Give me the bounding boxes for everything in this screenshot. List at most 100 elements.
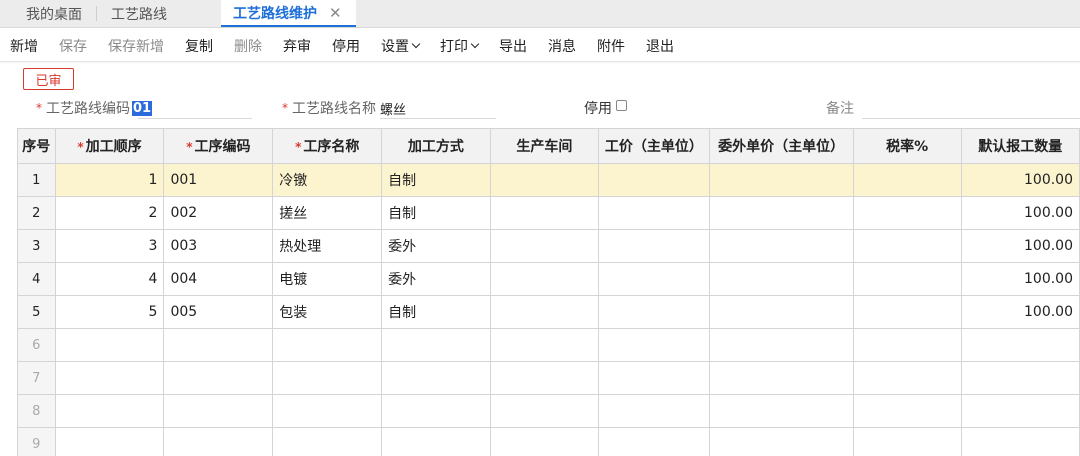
table-row-empty[interactable]: 7 [17, 361, 1080, 395]
col-header-outsource-price[interactable]: 委外单价（主单位） [708, 128, 854, 164]
col-header-workshop[interactable]: 生产车间 [489, 128, 600, 164]
cell-labor-price[interactable] [598, 163, 710, 197]
empty-cell[interactable] [272, 427, 383, 456]
empty-cell[interactable] [489, 361, 600, 395]
empty-cell[interactable] [960, 328, 1080, 362]
cell-op-name[interactable]: 包装 [272, 295, 383, 329]
save-and-add-button[interactable]: 保存新增 [108, 36, 164, 56]
empty-cell[interactable] [54, 361, 165, 395]
cell-workshop[interactable] [489, 262, 600, 296]
cell-op-name[interactable]: 电镀 [272, 262, 383, 296]
message-button[interactable]: 消息 [548, 36, 576, 56]
route-code-field[interactable]: * 工艺路线编码 01 [36, 96, 153, 120]
cell-op-name[interactable]: 冷镦 [272, 163, 383, 197]
cell-default-qty[interactable]: 100.00 [960, 262, 1080, 296]
cell-op-code[interactable]: 001 [163, 163, 274, 197]
cell-workshop[interactable] [489, 295, 600, 329]
empty-cell[interactable] [381, 328, 491, 362]
cell-seq[interactable]: 2 [54, 196, 165, 230]
cell-seq[interactable]: 5 [54, 295, 165, 329]
cell-op-name[interactable]: 搓丝 [272, 196, 383, 230]
empty-cell[interactable] [489, 328, 600, 362]
cell-outsource-price[interactable] [708, 229, 854, 263]
export-button[interactable]: 导出 [499, 36, 527, 56]
table-row[interactable]: 2 2 002 搓丝 自制 100.00 [17, 196, 1080, 230]
cell-default-qty[interactable]: 100.00 [960, 229, 1080, 263]
route-name-field[interactable]: * 工艺路线名称 螺丝 [282, 96, 406, 120]
copy-button[interactable]: 复制 [185, 36, 213, 56]
col-header-method[interactable]: 加工方式 [381, 128, 491, 164]
cell-outsource-price[interactable] [708, 163, 854, 197]
cell-op-code[interactable]: 004 [163, 262, 274, 296]
disable-button[interactable]: 停用 [332, 36, 360, 56]
close-icon[interactable]: ✕ [329, 4, 342, 22]
col-header-op-name[interactable]: * 工序名称 [272, 128, 383, 164]
save-button[interactable]: 保存 [59, 36, 87, 56]
cell-default-qty[interactable]: 100.00 [960, 196, 1080, 230]
table-row-empty[interactable]: 9 [17, 427, 1080, 456]
cell-seq[interactable]: 4 [54, 262, 165, 296]
cell-workshop[interactable] [489, 229, 600, 263]
empty-cell[interactable] [381, 394, 491, 428]
empty-cell[interactable] [272, 361, 383, 395]
settings-button[interactable]: 设置 [381, 36, 421, 56]
route-code-input[interactable]: 01 [132, 100, 153, 116]
table-row[interactable]: 5 5 005 包装 自制 100.00 [17, 295, 1080, 329]
empty-cell[interactable] [54, 328, 165, 362]
cell-tax-rate[interactable] [852, 196, 962, 230]
cell-op-code[interactable]: 002 [163, 196, 274, 230]
empty-cell[interactable] [708, 361, 854, 395]
empty-cell[interactable] [598, 328, 710, 362]
empty-cell[interactable] [852, 427, 962, 456]
empty-cell[interactable] [708, 394, 854, 428]
col-header-default-qty[interactable]: 默认报工数量 [960, 128, 1080, 164]
empty-cell[interactable] [272, 394, 383, 428]
table-row[interactable]: 4 4 004 电镀 委外 100.00 [17, 262, 1080, 296]
cell-workshop[interactable] [489, 196, 600, 230]
empty-cell[interactable] [489, 427, 600, 456]
abandon-approval-button[interactable]: 弃审 [283, 36, 311, 56]
print-button[interactable]: 打印 [440, 36, 480, 56]
cell-tax-rate[interactable] [852, 295, 962, 329]
empty-cell[interactable] [489, 394, 600, 428]
cell-method[interactable]: 委外 [381, 229, 491, 263]
remark-input[interactable] [862, 118, 1080, 119]
empty-cell[interactable] [54, 427, 165, 456]
cell-tax-rate[interactable] [852, 229, 962, 263]
cell-outsource-price[interactable] [708, 196, 854, 230]
cell-labor-price[interactable] [598, 196, 710, 230]
empty-cell[interactable] [163, 328, 274, 362]
col-header-op-code[interactable]: * 工序编码 [163, 128, 274, 164]
table-row[interactable]: 3 3 003 热处理 委外 100.00 [17, 229, 1080, 263]
tab-home[interactable]: 我的桌面 [0, 0, 96, 27]
col-header-index[interactable]: 序号 [17, 128, 56, 164]
exit-button[interactable]: 退出 [646, 36, 674, 56]
tab-route-maintenance[interactable]: 工艺路线维护 ✕ [221, 0, 356, 27]
cell-default-qty[interactable]: 100.00 [960, 295, 1080, 329]
table-row-empty[interactable]: 8 [17, 394, 1080, 428]
empty-cell[interactable] [163, 427, 274, 456]
cell-labor-price[interactable] [598, 262, 710, 296]
empty-cell[interactable] [960, 394, 1080, 428]
cell-tax-rate[interactable] [852, 163, 962, 197]
empty-cell[interactable] [852, 361, 962, 395]
cell-outsource-price[interactable] [708, 295, 854, 329]
empty-cell[interactable] [163, 394, 274, 428]
col-header-tax-rate[interactable]: 税率% [852, 128, 962, 164]
col-header-labor-price[interactable]: 工价（主单位） [598, 128, 710, 164]
empty-cell[interactable] [381, 361, 491, 395]
empty-cell[interactable] [381, 427, 491, 456]
empty-cell[interactable] [852, 328, 962, 362]
cell-default-qty[interactable]: 100.00 [960, 163, 1080, 197]
empty-cell[interactable] [708, 328, 854, 362]
empty-cell[interactable] [54, 394, 165, 428]
cell-labor-price[interactable] [598, 295, 710, 329]
col-header-seq[interactable]: * 加工顺序 [54, 128, 165, 164]
cell-method[interactable]: 自制 [381, 196, 491, 230]
table-row[interactable]: 1 1 001 冷镦 自制 100.00 [17, 163, 1080, 197]
cell-labor-price[interactable] [598, 229, 710, 263]
cell-op-code[interactable]: 003 [163, 229, 274, 263]
empty-cell[interactable] [960, 361, 1080, 395]
cell-seq[interactable]: 1 [54, 163, 165, 197]
empty-cell[interactable] [598, 427, 710, 456]
